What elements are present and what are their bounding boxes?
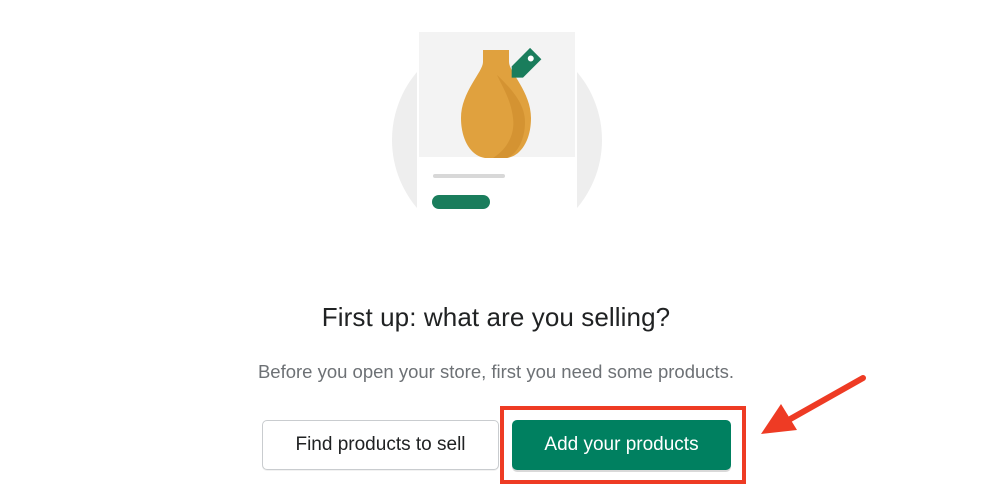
page-title: First up: what are you selling? [321,302,671,332]
red-arrow-annotation-icon [761,375,866,434]
title-placeholder-line [433,174,505,178]
empty-state-panel: First up: what are you selling? Before y… [0,0,992,504]
add-products-button[interactable]: Add your products [512,420,731,470]
price-placeholder-pill [432,195,490,209]
find-products-button[interactable]: Find products to sell [262,420,499,470]
product-illustration [392,28,602,215]
